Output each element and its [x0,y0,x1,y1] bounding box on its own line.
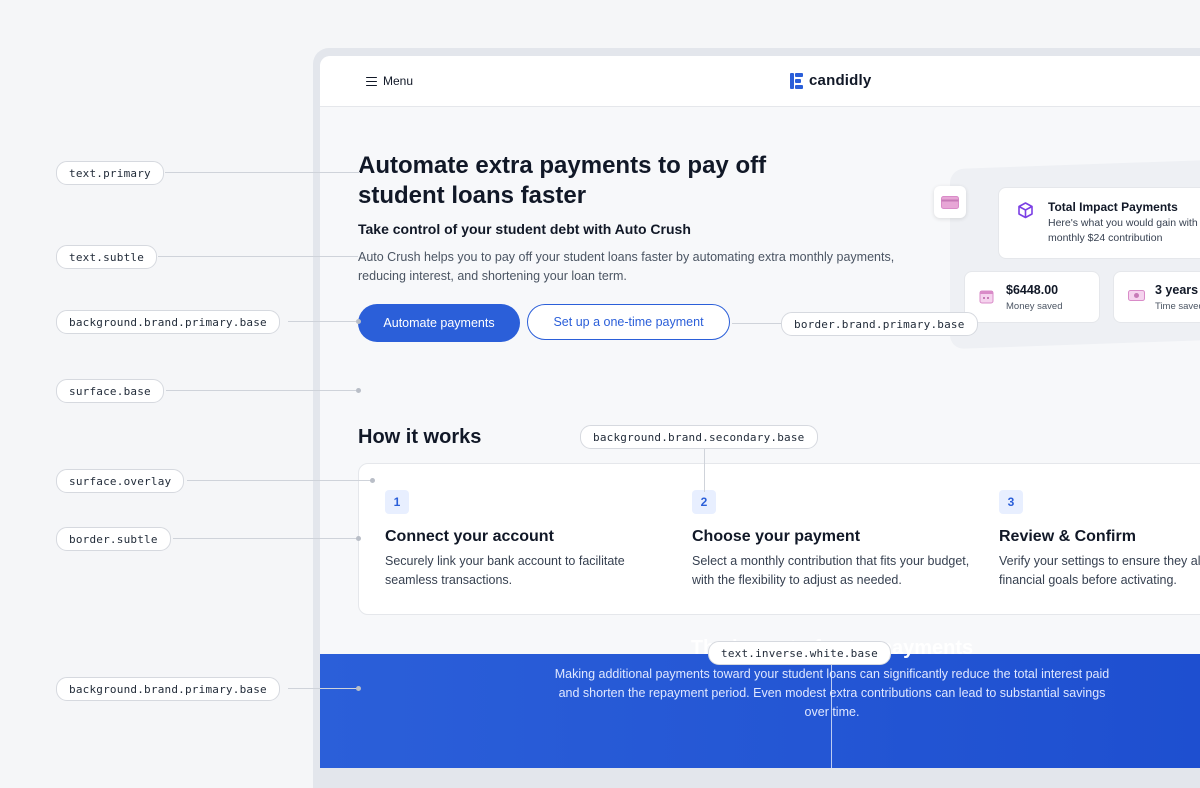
one-time-payment-button[interactable]: Set up a one-time payment [527,304,730,340]
callout-line [158,256,358,257]
candidly-logo-icon [790,72,804,89]
top-header: Menu candidly [320,56,1200,107]
annotation-surface-overlay: surface.overlay [56,469,185,493]
money-saved-value: $6448.00 [1006,283,1059,297]
callout-line [165,172,360,173]
callout-line [166,390,356,391]
step-title: Choose your payment [692,528,861,545]
step-choose-payment: 2 Choose your payment Select a monthly c… [666,464,969,614]
hero-subtitle: Take control of your student debt with A… [358,221,691,237]
step-number: 3 [999,490,1023,514]
step-description: Verify your settings to ensure they alig… [999,554,1200,587]
hero-description: Auto Crush helps you to pay off your stu… [358,250,895,283]
callout-line [704,447,705,492]
impact-card-title: Total Impact Payments [1048,200,1178,214]
callout-line [732,323,782,324]
step-number: 2 [692,490,716,514]
how-it-works-title: How it works [358,426,482,448]
annotation-background-brand-secondary: background.brand.secondary.base [580,425,818,449]
calendar-icon [979,289,994,309]
hero-title: Automate extra payments to pay off stude… [358,152,767,209]
time-saved-value: 3 years [1155,283,1199,297]
automate-payments-button[interactable]: Automate payments [358,304,520,342]
callout-dot [356,536,361,541]
annotation-text-subtle: text.subtle [56,245,158,269]
callout-line [831,663,832,768]
callout-dot [370,478,375,483]
callout-line [288,321,358,322]
callout-dot [356,319,361,324]
step-number: 1 [385,490,409,514]
callout-line [173,538,358,539]
brand-logo[interactable]: candidly [790,72,871,89]
step-title: Review & Confirm [999,528,1136,545]
time-saved-label: Time saved [1155,301,1200,312]
logo-text: candidly [809,72,872,89]
annotation-surface-base: surface.base [56,379,164,403]
step-review-confirm: 3 Review & Confirm Verify your settings … [973,464,1200,614]
time-saved-card: 3 years Time saved [1113,271,1200,323]
annotation-background-brand-primary-band: background.brand.primary.base [56,677,280,701]
menu-button[interactable]: Menu [366,72,413,90]
impact-card-text: Here's what you would gain with monthly … [1048,217,1198,244]
cash-icon [1128,289,1145,307]
step-description: Securely link your bank account to facil… [385,554,625,587]
annotation-background-brand-primary: background.brand.primary.base [56,310,280,334]
step-description: Select a monthly contribution that fits … [692,554,970,587]
callout-dot [356,388,361,393]
cube-icon [1017,202,1034,224]
hamburger-icon [366,76,377,87]
money-saved-card: $6448.00 Money saved [964,271,1100,323]
step-connect-account: 1 Connect your account Securely link you… [359,464,649,614]
money-saved-label: Money saved [1006,301,1063,312]
callout-line [187,480,372,481]
callout-line [288,688,358,689]
callout-dot [356,686,361,691]
menu-label: Menu [383,74,414,88]
annotation-border-brand-primary: border.brand.primary.base [781,312,978,336]
steps-panel: 1 Connect your account Securely link you… [358,463,1200,615]
total-impact-card: Total Impact Payments Here's what you wo… [998,187,1200,259]
impact-band [320,654,1200,768]
step-title: Connect your account [385,528,554,545]
annotation-text-inverse-white: text.inverse.white.base [708,641,891,665]
annotation-border-subtle: border.subtle [56,527,171,551]
credit-card-icon [934,186,966,218]
annotation-text-primary: text.primary [56,161,164,185]
